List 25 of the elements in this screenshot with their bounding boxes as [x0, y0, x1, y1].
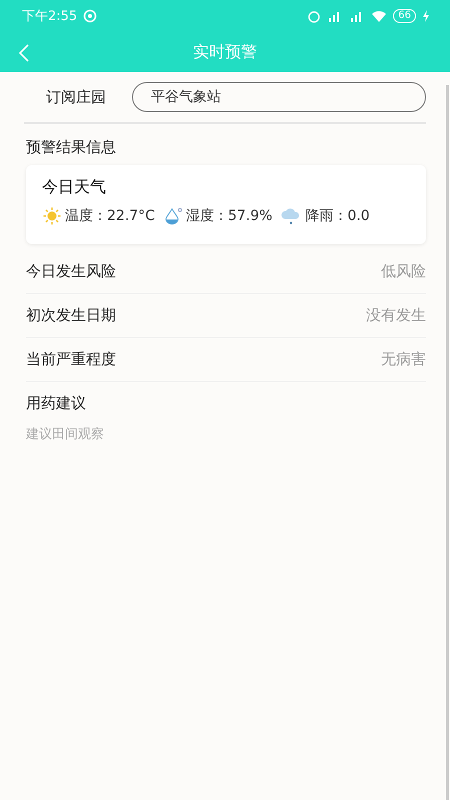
info-value: 低风险 [381, 262, 426, 281]
battery-indicator: 66 [393, 9, 416, 23]
info-label: 当前严重程度 [26, 350, 116, 369]
info-value: 没有发生 [366, 306, 426, 325]
water-drop-icon [162, 206, 183, 226]
page-title: 实时预警 [193, 42, 257, 62]
status-time: 下午2:55 [22, 8, 78, 25]
advice-title: 用药建议 [26, 394, 87, 413]
info-label: 今日发生风险 [26, 262, 116, 281]
back-icon[interactable] [18, 44, 30, 62]
sync-icon [83, 9, 98, 23]
info-value: 无病害 [381, 350, 426, 369]
wifi-icon [371, 10, 388, 22]
field-label: 订阅庄园 [46, 88, 106, 106]
card-title: 今日天气 [42, 177, 107, 198]
weather-reading: 温度：22.7°C [65, 207, 155, 225]
section-title: 预警结果信息 [26, 138, 117, 157]
sun-icon [42, 206, 62, 226]
weather-reading: 降雨：0.0 [305, 207, 370, 225]
station-field[interactable]: 平谷气象站 [132, 82, 426, 112]
weather-reading: 湿度：57.9% [186, 207, 272, 225]
alarm-icon [307, 9, 322, 23]
info-label: 初次发生日期 [26, 306, 116, 325]
advice-text: 建议田间观察 [26, 426, 105, 443]
charging-icon [422, 10, 430, 22]
